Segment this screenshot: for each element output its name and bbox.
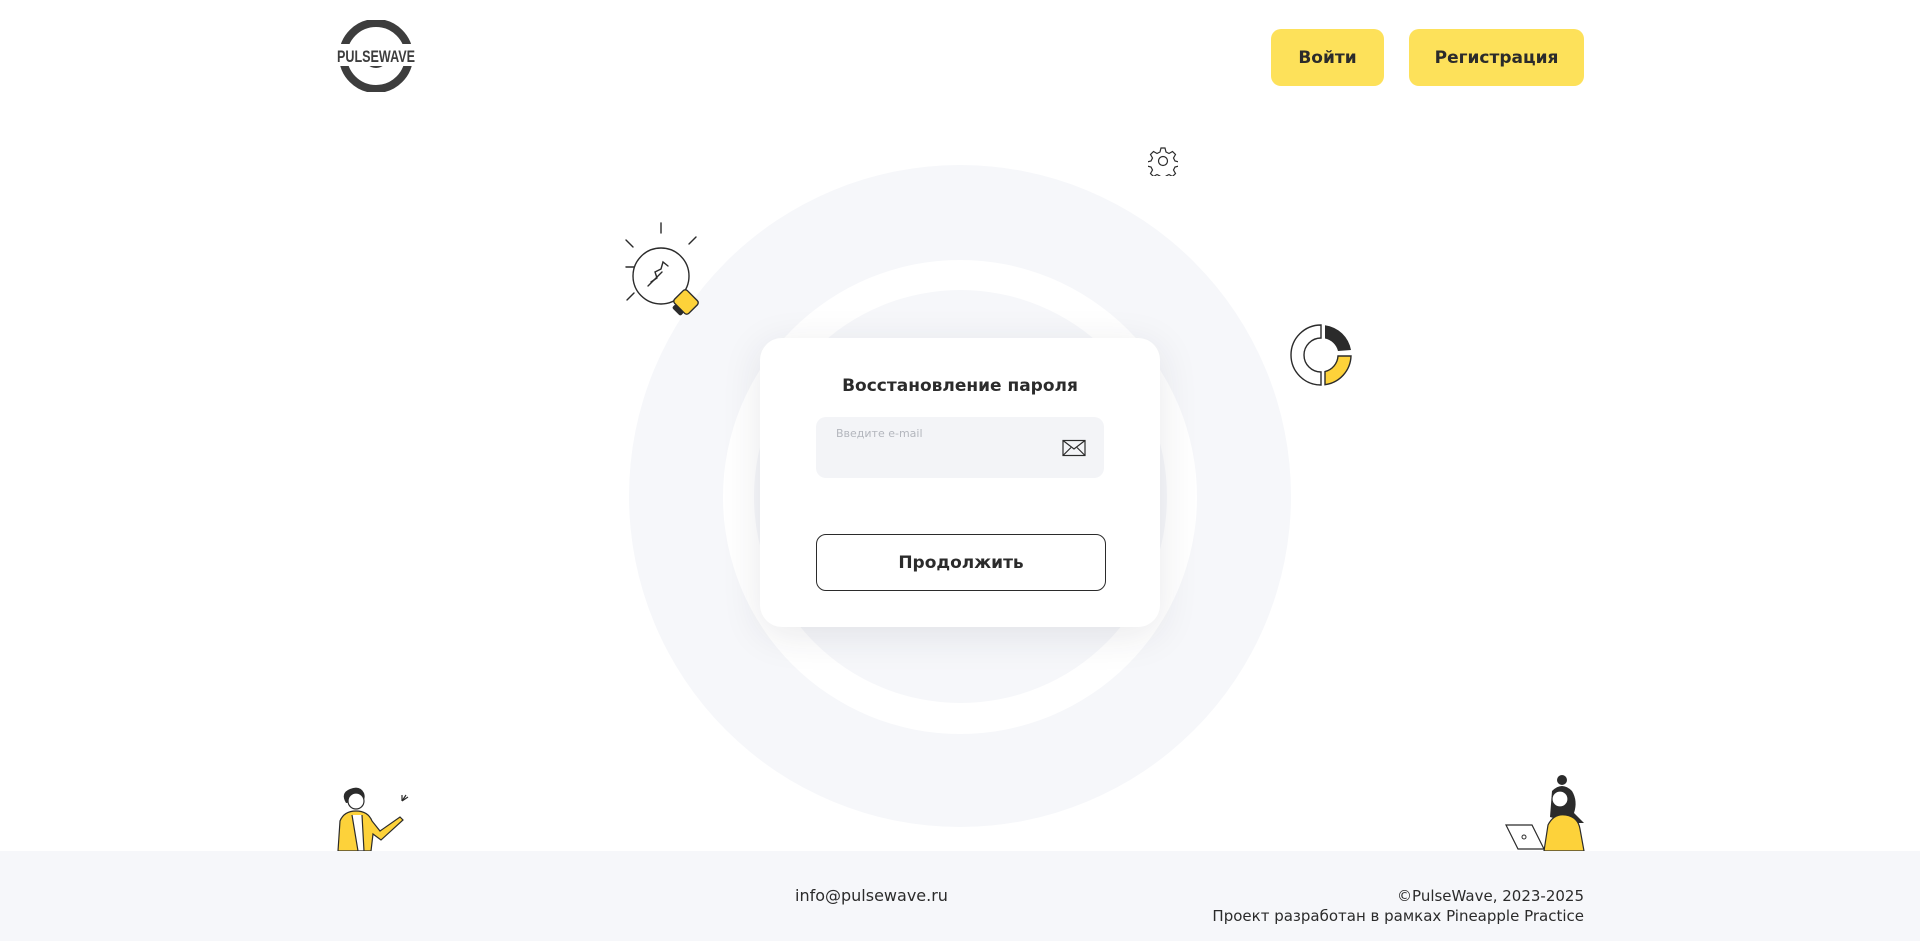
pulsewave-logo[interactable]: PULSEWAVE (336, 20, 416, 92)
logo-text: PULSEWAVE (337, 47, 415, 66)
login-button[interactable]: Войти (1271, 29, 1384, 86)
woman-laptop-illustration (1504, 775, 1586, 852)
footer: info@pulsewave.ru ©PulseWave, 2023-2025 … (0, 851, 1920, 941)
card-title: Восстановление пароля (842, 376, 1078, 396)
footer-project-note: Проект разработан в рамках Pineapple Pra… (1212, 907, 1584, 925)
footer-copyright: ©PulseWave, 2023-2025 (1397, 887, 1584, 905)
email-input[interactable] (836, 445, 1056, 469)
footer-info: ©PulseWave, 2023-2025 Проект разработан … (1212, 886, 1584, 926)
envelope-icon (1062, 439, 1086, 457)
password-recovery-card: Восстановление пароля Введите e-mail Про… (760, 338, 1160, 627)
man-waving-illustration (332, 775, 414, 852)
footer-email-link[interactable]: info@pulsewave.ru (795, 886, 948, 905)
email-field-label: Введите e-mail (836, 427, 923, 440)
page: PULSEWAVE Войти Регистрация Восстановлен… (0, 0, 1920, 941)
lightbulb-icon (606, 220, 706, 322)
register-button[interactable]: Регистрация (1409, 29, 1584, 86)
email-field[interactable]: Введите e-mail (816, 417, 1104, 478)
donut-chart-icon (1288, 322, 1354, 388)
gear-icon (1146, 146, 1180, 181)
continue-button[interactable]: Продолжить (816, 534, 1106, 591)
